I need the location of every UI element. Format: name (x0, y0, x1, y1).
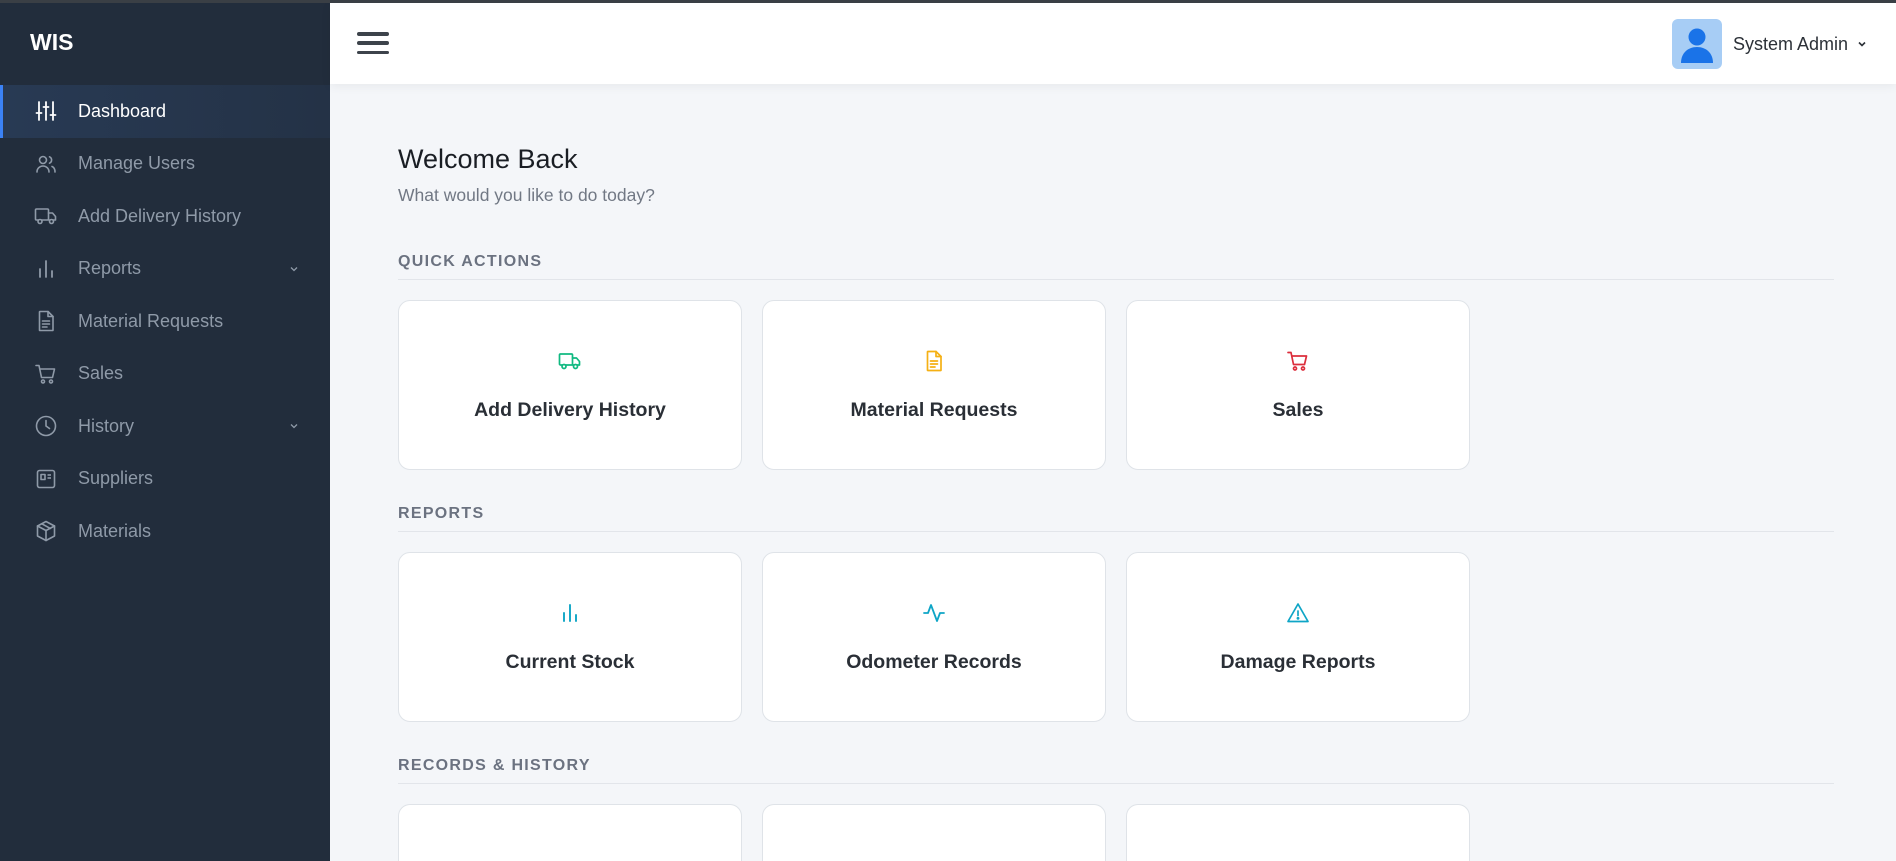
main-content: Welcome Back What would you like to do t… (398, 84, 1834, 861)
card-label: Damage Reports (1220, 651, 1376, 673)
sidebar-item-label: Material Requests (78, 310, 224, 331)
sidebar-item-dashboard[interactable]: Dashboard (0, 85, 330, 138)
sidebar-nav: Dashboard Manage Users Add Delivery Hist… (0, 85, 330, 558)
sidebar-item-label: Add Delivery History (78, 205, 242, 226)
card-label: Material Requests (850, 399, 1018, 421)
cart-icon (1286, 349, 1310, 373)
sidebar-item-material-requests[interactable]: Material Requests (0, 295, 330, 348)
truck-icon (34, 204, 58, 228)
sliders-icon (34, 99, 58, 123)
bar-chart-icon (34, 257, 58, 281)
section-title-reports: REPORTS (398, 505, 1834, 532)
card-label: Add Delivery History (474, 399, 666, 421)
sidebar-item-label: Materials (78, 520, 152, 541)
id-card-icon (34, 467, 58, 491)
card-odometer-records[interactable]: Odometer Records (762, 552, 1106, 722)
clock-icon (34, 414, 58, 438)
sidebar-item-suppliers[interactable]: Suppliers (0, 453, 330, 506)
user-menu[interactable]: System Admin (1671, 19, 1868, 69)
warning-icon (1286, 601, 1310, 625)
sidebar-item-label: History (78, 415, 135, 436)
chevron-down-icon (1858, 41, 1866, 47)
document-icon (922, 349, 946, 373)
top-header: System Admin (330, 3, 1896, 84)
window-top-border (0, 0, 1896, 3)
card-label: Sales (1272, 399, 1324, 421)
page-subtitle: What would you like to do today? (398, 185, 655, 205)
brand-logo[interactable]: WIS (0, 0, 330, 85)
card-records-1[interactable] (398, 804, 742, 861)
section-title-records-history: RECORDS & HISTORY (398, 757, 1834, 784)
cart-icon (34, 362, 58, 386)
activity-icon (922, 601, 946, 625)
sidebar-item-label: Manage Users (78, 153, 196, 174)
user-name: System Admin (1732, 33, 1848, 54)
card-records-2[interactable] (762, 804, 1106, 861)
user-avatar-icon (1680, 28, 1713, 63)
records-history-cards (398, 804, 1834, 861)
users-icon (34, 152, 58, 176)
card-add-delivery-history[interactable]: Add Delivery History (398, 300, 742, 470)
sidebar-item-label: Suppliers (78, 468, 154, 489)
sidebar-item-manage-users[interactable]: Manage Users (0, 138, 330, 191)
card-sales[interactable]: Sales (1126, 300, 1470, 470)
bar-chart-icon (558, 601, 582, 625)
sidebar-item-label: Reports (78, 258, 142, 279)
sidebar-item-add-delivery-history[interactable]: Add Delivery History (0, 190, 330, 243)
sidebar-item-label: Dashboard (78, 100, 167, 121)
sidebar-item-reports[interactable]: Reports (0, 243, 330, 296)
card-label: Odometer Records (846, 651, 1022, 673)
card-material-requests[interactable]: Material Requests (762, 300, 1106, 470)
sidebar-item-sales[interactable]: Sales (0, 348, 330, 401)
sidebar-item-history[interactable]: History (0, 400, 330, 453)
quick-actions-cards: Add Delivery History Material Requests S… (398, 300, 1834, 470)
page-title: Welcome Back (398, 144, 578, 174)
card-label: Current Stock (505, 651, 635, 673)
avatar[interactable] (1671, 19, 1722, 69)
card-current-stock[interactable]: Current Stock (398, 552, 742, 722)
reports-cards: Current Stock Odometer Records Damage Re… (398, 552, 1834, 722)
document-icon (34, 309, 58, 333)
card-records-3[interactable] (1126, 804, 1470, 861)
hamburger-menu-icon[interactable] (357, 29, 389, 57)
sidebar-item-materials[interactable]: Materials (0, 505, 330, 558)
chevron-down-icon (290, 424, 298, 429)
sidebar: WIS Dashboard Manage Users Add Delivery … (0, 0, 330, 861)
sidebar-item-label: Sales (78, 363, 124, 384)
section-title-quick-actions: QUICK ACTIONS (398, 253, 1834, 280)
card-damage-reports[interactable]: Damage Reports (1126, 552, 1470, 722)
chevron-down-icon (290, 266, 298, 272)
truck-icon (558, 349, 582, 373)
box-icon (34, 519, 58, 543)
